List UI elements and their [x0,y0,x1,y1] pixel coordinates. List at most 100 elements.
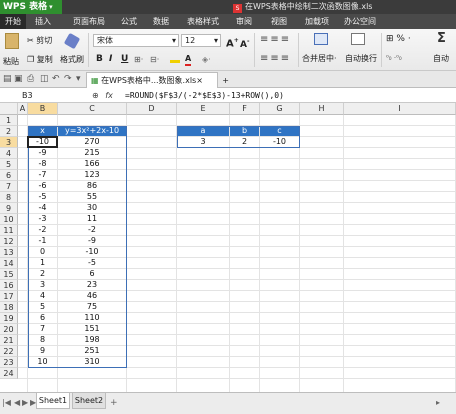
first-sheet-button[interactable]: |◀ [2,397,11,409]
row-header-13[interactable]: 13 [0,247,18,258]
row-header-16[interactable]: 16 [0,280,18,291]
y-value-cell[interactable]: 215 [58,148,126,158]
merge-center-icon[interactable] [314,33,328,45]
menu-item-start[interactable]: 开始 [0,14,26,29]
clear-format-icon[interactable]: ◈· [202,54,211,65]
menu-item-addins[interactable]: 加载项 [300,14,334,29]
column-header-e[interactable]: E [177,103,230,115]
y-value-cell[interactable]: -2 [58,225,126,235]
name-box[interactable]: B3 [22,90,72,101]
row-header-2[interactable]: 2 [0,126,18,137]
y-value-cell[interactable]: 110 [58,313,126,323]
paste-button[interactable]: 粘贴 [3,56,19,67]
wps-app-menu-button[interactable]: WPS 表格 ▾ [0,0,62,14]
zoom-icon[interactable]: ⊕ [92,91,99,100]
x-value-cell[interactable]: -3 [28,214,57,224]
formula-input[interactable]: =ROUND($F$3/(-2*$E$3)-13+ROW(),0) [125,89,284,102]
menu-item-office-space[interactable]: 办公空间 [338,14,382,29]
menu-item-review[interactable]: 审阅 [228,14,260,29]
column-header-g[interactable]: G [260,103,300,115]
y-value-cell[interactable]: 123 [58,170,126,180]
row-header-19[interactable]: 19 [0,313,18,324]
y-value-cell[interactable]: 75 [58,302,126,312]
row-header-6[interactable]: 6 [0,170,18,181]
row-header-5[interactable]: 5 [0,159,18,170]
column-header-h[interactable]: H [300,103,344,115]
coefficient-value-cell[interactable]: -10 [260,137,299,147]
row-header-10[interactable]: 10 [0,214,18,225]
row-header-8[interactable]: 8 [0,192,18,203]
y-value-cell[interactable]: 166 [58,159,126,169]
x-value-cell[interactable]: -9 [28,148,57,158]
coefficient-header-cell[interactable]: b [230,126,259,136]
fx-icon[interactable]: fx [105,91,113,100]
y-value-cell[interactable]: 6 [58,269,126,279]
sheet-tab-sheet1[interactable]: Sheet1 [36,393,70,409]
menu-item-view[interactable]: 视图 [264,14,294,29]
horizontal-align-icons[interactable]: ≡≡≡ [260,53,291,64]
x-value-cell[interactable]: 3 [28,280,57,290]
table-header-cell[interactable]: x [28,126,57,136]
row-header-9[interactable]: 9 [0,203,18,214]
y-value-cell[interactable]: 310 [58,357,126,367]
column-header-d[interactable]: D [127,103,177,115]
row-header-24[interactable]: 24 [0,368,18,379]
format-painter-button[interactable]: 格式刷 [60,54,84,65]
x-value-cell[interactable]: 6 [28,313,57,323]
shrink-font-button[interactable]: A- [240,36,249,51]
next-sheet-button[interactable]: ▶ [22,397,28,409]
coefficient-header-cell[interactable]: a [177,126,229,136]
menu-item-formulas[interactable]: 公式 [114,14,144,29]
y-value-cell[interactable]: 23 [58,280,126,290]
decimal-buttons[interactable]: ⁰₀ ·⁰₀ [386,53,402,64]
y-value-cell[interactable]: 151 [58,324,126,334]
y-value-cell[interactable]: 270 [58,137,126,147]
close-icon[interactable]: × [196,73,203,88]
bold-button[interactable]: B [96,54,103,65]
border-icon[interactable]: ⊞· [134,54,143,65]
y-value-cell[interactable]: 30 [58,203,126,213]
row-header-15[interactable]: 15 [0,269,18,280]
x-value-cell[interactable]: 2 [28,269,57,279]
row-header-3[interactable]: 3 [0,137,18,148]
menu-item-data[interactable]: 数据 [146,14,176,29]
column-header-c[interactable]: C [58,103,127,115]
x-value-cell[interactable]: -6 [28,181,57,191]
font-name-select[interactable]: 宋体 ▾ [93,34,179,47]
x-value-cell[interactable]: 9 [28,346,57,356]
x-value-cell[interactable]: -1 [28,236,57,246]
cut-button[interactable]: ✂ 剪切 [27,35,52,46]
vertical-align-icons[interactable]: ≡≡≡ [260,34,291,45]
chevron-down-icon[interactable]: ▾ [76,74,81,85]
x-value-cell[interactable]: 0 [28,247,57,257]
x-value-cell[interactable]: 7 [28,324,57,334]
y-value-cell[interactable]: 198 [58,335,126,345]
y-value-cell[interactable]: 55 [58,192,126,202]
underline-button[interactable]: U [121,54,128,65]
spreadsheet-grid[interactable]: A B C D E F G H I 1 2 3 4 5 6 7 8 9 10 11 12 13 14 15 16 17 18 19 20… [0,103,456,392]
font-size-select[interactable]: 12 ▾ [181,34,221,47]
x-value-cell[interactable]: 1 [28,258,57,268]
row-header-18[interactable]: 18 [0,302,18,313]
print-icon[interactable]: ⎙ [27,74,34,85]
row-header-14[interactable]: 14 [0,258,18,269]
column-header-b[interactable]: B [28,103,58,115]
x-value-cell[interactable]: -2 [28,225,57,235]
column-header-i[interactable]: I [344,103,456,115]
y-value-cell[interactable]: -5 [58,258,126,268]
merge-icon[interactable]: ⊟· [150,54,159,65]
merge-center-button[interactable]: 合并居中· [302,53,337,64]
save-icon[interactable]: ▣ [14,74,23,85]
auto-sum-button[interactable]: 自动 [433,53,449,64]
row-header-22[interactable]: 22 [0,346,18,357]
format-painter-icon[interactable] [63,32,81,50]
menu-item-table-styles[interactable]: 表格样式 [182,14,224,29]
wrap-text-button[interactable]: 自动换行 [345,53,377,64]
row-header-11[interactable]: 11 [0,225,18,236]
x-value-cell[interactable]: 4 [28,291,57,301]
row-header-17[interactable]: 17 [0,291,18,302]
x-value-cell[interactable]: -5 [28,192,57,202]
x-value-cell[interactable]: 10 [28,357,57,367]
x-value-cell[interactable]: -7 [28,170,57,180]
font-color-icon[interactable]: A [185,53,192,66]
